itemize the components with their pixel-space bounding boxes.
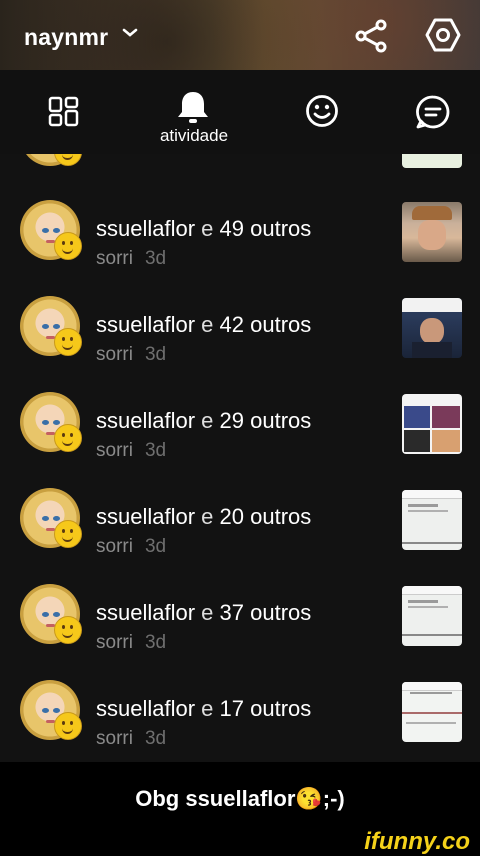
conjunction: e (201, 216, 214, 241)
action-label: sorri (96, 344, 133, 365)
action-label: sorri (96, 440, 133, 461)
post-thumbnail[interactable] (402, 586, 462, 646)
share-icon[interactable] (354, 18, 390, 54)
bell-icon[interactable] (176, 90, 210, 126)
post-thumbnail[interactable] (402, 154, 462, 168)
conjunction: e (201, 696, 214, 721)
conjunction: e (201, 408, 214, 433)
timestamp: 3d (144, 728, 167, 749)
others-count[interactable]: 20 outros (220, 504, 312, 529)
activity-meta: sorri 3d (96, 440, 166, 462)
timestamp: 3d (144, 440, 167, 461)
others-count[interactable]: 37 outros (220, 600, 312, 625)
others-count[interactable]: 49 outros (220, 216, 312, 241)
activity-text: ssuellaflor e 49 outros (96, 216, 311, 242)
action-label: sorri (96, 728, 133, 749)
username-link[interactable]: ssuellaflor (96, 312, 195, 337)
timestamp: 3d (144, 344, 167, 365)
others-count[interactable]: 29 outros (220, 408, 312, 433)
post-thumbnail[interactable] (402, 682, 462, 742)
smile-emoji-icon (54, 232, 82, 260)
chat-icon[interactable] (415, 94, 451, 130)
list-item[interactable]: ssuellaflor e 37 outros sorri 3d (0, 578, 480, 674)
others-count[interactable]: 42 outros (220, 312, 312, 337)
list-item[interactable]: ssuellaflor e 29 outros sorri 3d (0, 386, 480, 482)
activity-meta: sorri 3d (96, 536, 166, 558)
activity-text: ssuellaflor e 20 outros (96, 504, 311, 530)
username-link[interactable]: ssuellaflor (96, 408, 195, 433)
username-title[interactable]: naynmr (24, 24, 108, 51)
settings-icon[interactable] (424, 16, 462, 54)
activity-meta: sorri 3d (96, 248, 166, 270)
username-link[interactable]: ssuellaflor (96, 504, 195, 529)
action-label: sorri (96, 632, 133, 653)
post-thumbnail[interactable] (402, 202, 462, 262)
list-item[interactable]: ssuellaflor e 42 outros sorri 3d (0, 290, 480, 386)
list-item[interactable]: ssuellaflor e 20 outros sorri 3d (0, 482, 480, 578)
activity-text: ssuellaflor e 29 outros (96, 408, 311, 434)
action-label: sorri (96, 536, 133, 557)
activity-text: ssuellaflor e 17 outros (96, 696, 311, 722)
smile-emoji-icon (54, 712, 82, 740)
chevron-down-icon[interactable] (122, 28, 138, 38)
caption-text: Obg ssuellaflor😘;-) (135, 786, 345, 811)
post-thumbnail[interactable] (402, 394, 462, 454)
grid-icon[interactable] (48, 96, 80, 128)
smile-emoji-icon (54, 424, 82, 452)
smiley-icon[interactable] (305, 94, 339, 128)
list-item[interactable]: ssuellaflor e 17 outros sorri 3d (0, 674, 480, 762)
activity-meta: sorri 3d (96, 632, 166, 654)
username-link[interactable]: ssuellaflor (96, 600, 195, 625)
others-count[interactable]: 17 outros (220, 696, 312, 721)
watermark: ifunny.co (364, 828, 470, 855)
username-link[interactable]: ssuellaflor (96, 696, 195, 721)
conjunction: e (201, 504, 214, 529)
action-label: sorri (96, 248, 133, 269)
activity-meta: sorri 3d (96, 344, 166, 366)
conjunction: e (201, 312, 214, 337)
timestamp: 3d (144, 632, 167, 653)
timestamp: 3d (144, 536, 167, 557)
smile-emoji-icon (54, 616, 82, 644)
username-link[interactable]: ssuellaflor (96, 216, 195, 241)
list-item[interactable]: ssuellaflor e 49 outros sorri 3d (0, 194, 480, 290)
post-thumbnail[interactable] (402, 490, 462, 550)
activity-list[interactable]: ssuellaflor e 49 outros sorri 3d ssuellaf… (0, 154, 480, 762)
post-thumbnail[interactable] (402, 298, 462, 358)
tab-activity-label[interactable]: atividade (144, 126, 244, 146)
conjunction: e (201, 600, 214, 625)
activity-meta: sorri 3d (96, 728, 166, 750)
timestamp: 3d (144, 248, 167, 269)
smile-emoji-icon (54, 520, 82, 548)
list-item[interactable] (0, 154, 480, 196)
smile-emoji-icon (54, 328, 82, 356)
activity-text: ssuellaflor e 42 outros (96, 312, 311, 338)
activity-text: ssuellaflor e 37 outros (96, 600, 311, 626)
